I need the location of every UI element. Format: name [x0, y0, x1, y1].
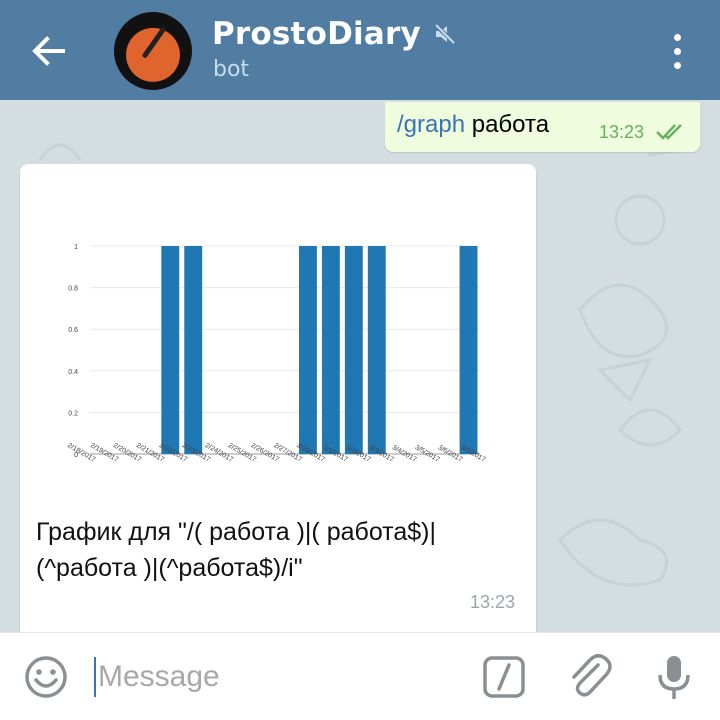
chart-caption: График для "/( работа )|( работа$)|(^раб… [36, 518, 436, 582]
y-tick-label: 0.2 [68, 410, 78, 417]
incoming-message-time: 13:23 [470, 592, 516, 612]
y-tick-label: 0.8 [68, 286, 78, 293]
chat-title: ProstoDiary [212, 16, 421, 52]
bar [184, 246, 203, 454]
bar-chart: 00.20.40.60.812/18/20172/19/20172/20/201… [66, 244, 487, 464]
outgoing-message-text: /graph работа [397, 111, 549, 139]
y-tick-label: 1 [74, 244, 78, 251]
bar [367, 246, 386, 454]
back-arrow-icon [32, 36, 65, 66]
chart-image[interactable]: 0 0.2 0.4 0.6 0.8 1 2/18/2017 2/19/2017 2/20/201… [30, 224, 510, 494]
mic-icon[interactable] [654, 653, 694, 703]
message-list[interactable]: /graph работа 13:23 0 0.2 0.4 0.6 0.8 1 2/18/2… [0, 100, 720, 632]
incoming-message[interactable]: 0 0.2 0.4 0.6 0.8 1 2/18/2017 2/19/2017 2/20/201… [20, 164, 536, 632]
emoji-icon[interactable] [24, 655, 68, 699]
command-icon[interactable] [482, 655, 526, 699]
double-check-icon [656, 124, 682, 140]
message-input[interactable] [94, 657, 464, 697]
outgoing-message-body: работа [471, 111, 550, 138]
bar [459, 246, 478, 454]
bar [161, 246, 180, 454]
outgoing-message[interactable]: /graph работа 13:23 [385, 102, 700, 152]
bot-command-link[interactable]: /graph [397, 111, 465, 138]
bar [321, 246, 340, 454]
y-tick-label: 0.6 [68, 327, 78, 334]
bot-avatar[interactable] [114, 12, 192, 90]
attach-icon[interactable] [566, 653, 612, 701]
chat-header: ProstoDiary bot [0, 0, 720, 100]
muted-icon [433, 23, 457, 45]
message-composer [0, 632, 720, 720]
bar [344, 246, 363, 454]
chat-title-row[interactable]: ProstoDiary [212, 16, 457, 52]
chat-subtitle: bot [213, 57, 250, 82]
back-button[interactable] [22, 30, 74, 72]
more-vertical-icon [673, 33, 681, 41]
outgoing-message-time: 13:23 [599, 122, 645, 142]
more-menu-button[interactable] [660, 30, 694, 72]
y-tick-label: 0.4 [68, 369, 78, 376]
bar [298, 246, 317, 454]
